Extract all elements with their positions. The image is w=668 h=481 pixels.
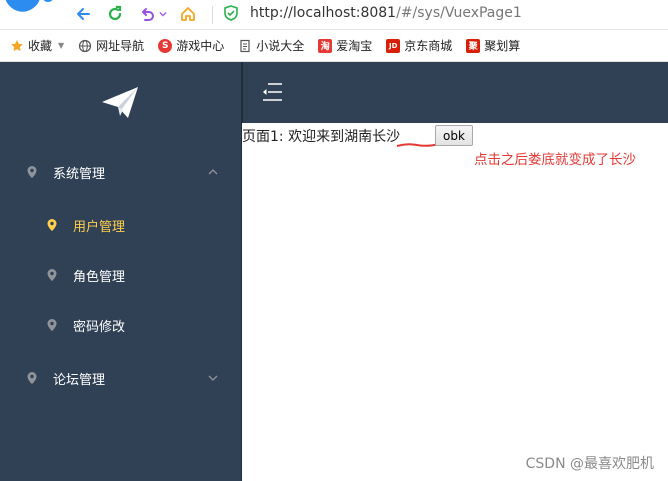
paper-plane-icon (102, 87, 138, 118)
location-pin-icon (47, 269, 57, 281)
chevron-up-icon (208, 169, 218, 175)
game-icon: S (158, 38, 173, 53)
sidebar-item-label: 密码修改 (73, 319, 126, 335)
back-button[interactable] (72, 3, 94, 25)
refresh-button[interactable] (104, 3, 126, 25)
arrow-left-icon (76, 8, 90, 20)
bookmark-navigation[interactable]: 网址导航 (78, 37, 144, 54)
menu-fold-icon[interactable] (261, 82, 283, 102)
sidebar-item-label: 系统管理 (53, 166, 106, 182)
globe-icon (78, 39, 92, 53)
bookmark-label: 小说大全 (256, 39, 305, 53)
sidebar-item-label: 用户管理 (73, 219, 126, 235)
sidebar-item-users[interactable]: 用户管理 (0, 205, 241, 245)
bookmarks-bar: 收藏 ▼ 网址导航 S 游戏中心 小说大全 淘 爱淘宝 JD 京东商城 聚 聚划… (0, 30, 668, 62)
jd-icon: JD (386, 38, 401, 53)
annotation-note: 点击之后娄底就变成了长沙 (474, 152, 636, 168)
bookmark-taobao[interactable]: 淘 爱淘宝 (318, 37, 372, 54)
undo-dropdown[interactable] (158, 3, 168, 25)
obk-button[interactable]: obk (435, 125, 473, 146)
bookmark-label: 收藏 (28, 39, 53, 53)
sidebar-item-label: 角色管理 (73, 269, 126, 285)
url-host: http://localhost:8081 (250, 5, 397, 21)
bookmark-label: 京东商城 (404, 39, 453, 53)
sidebar-item-system[interactable]: 系统管理 (0, 152, 241, 192)
bookmark-favorites[interactable]: 收藏 ▼ (10, 37, 64, 54)
chevron-down-icon (159, 11, 167, 17)
book-icon (238, 39, 252, 53)
watermark: CSDN @最喜欢肥机 (525, 456, 654, 472)
sidebar-item-password[interactable]: 密码修改 (0, 305, 241, 345)
home-icon (181, 7, 195, 21)
browser-logo-icon (5, 0, 53, 12)
location-pin-icon (27, 166, 37, 178)
chevron-down-icon (208, 375, 218, 381)
location-pin-icon (27, 372, 37, 384)
sidebar-item-roles[interactable]: 角色管理 (0, 255, 241, 295)
greeting-text: 页面1: 欢迎来到湖南长沙 (242, 129, 401, 145)
taobao-icon: 淘 (318, 38, 333, 53)
location-pin-icon (47, 219, 57, 231)
bookmark-label: 聚划算 (484, 39, 521, 53)
browser-toolbar: http://localhost:8081/#/sys/VuexPage1 (0, 0, 668, 30)
shield-icon (224, 5, 238, 21)
sidebar: 系统管理 用户管理 角色管理 密码修改 论坛管理 (0, 62, 241, 481)
undo-button[interactable] (136, 3, 158, 25)
location-pin-icon (47, 319, 57, 331)
home-button[interactable] (177, 3, 199, 25)
address-bar[interactable]: http://localhost:8081/#/sys/VuexPage1 (250, 5, 522, 21)
sidebar-item-label: 论坛管理 (53, 372, 106, 388)
main-header (243, 62, 668, 123)
star-icon (10, 39, 24, 53)
chevron-down-icon: ▼ (58, 41, 65, 50)
bookmark-games[interactable]: S 游戏中心 (158, 37, 224, 54)
bookmark-jd[interactable]: JD 京东商城 (386, 37, 452, 54)
juhuasuan-icon: 聚 (466, 38, 481, 53)
bookmark-label: 爱淘宝 (336, 39, 373, 53)
sidebar-item-forum[interactable]: 论坛管理 (0, 358, 241, 398)
main-content: 页面1: 欢迎来到湖南长沙 obk 点击之后娄底就变成了长沙 (242, 123, 668, 481)
bookmark-juhuasuan[interactable]: 聚 聚划算 (466, 37, 520, 54)
bookmark-label: 网址导航 (96, 39, 145, 53)
bookmark-novels[interactable]: 小说大全 (238, 37, 304, 54)
refresh-icon (108, 5, 122, 21)
toolbar-divider (212, 6, 213, 24)
undo-icon (142, 8, 154, 21)
url-path: /#/sys/VuexPage1 (396, 5, 522, 21)
bookmark-label: 游戏中心 (176, 39, 225, 53)
